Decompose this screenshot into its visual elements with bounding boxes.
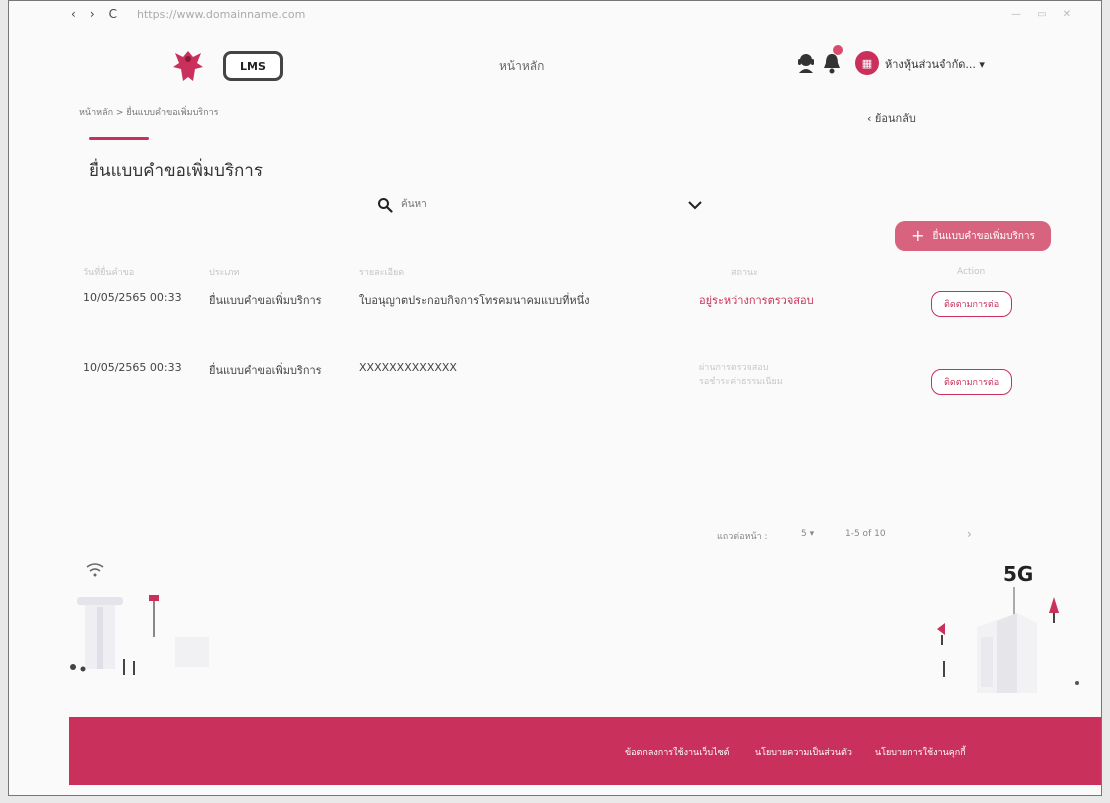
plus-icon: + — [911, 226, 925, 245]
track-button[interactable]: ติดตามการต่อ — [931, 291, 1013, 317]
back-arrow-icon[interactable]: ‹ — [71, 7, 76, 21]
5g-badge: 5G — [1003, 562, 1033, 586]
address-bar[interactable]: https://www.domainname.com — [137, 8, 305, 21]
footer-link-cookies[interactable]: นโยบายการใช้งานคุกกี้ — [875, 745, 966, 759]
cell-type: ยื่นแบบคำขอเพิ่มบริการ — [209, 294, 322, 307]
company-glyph: ▦ — [861, 56, 873, 70]
restore-icon[interactable]: ▭ — [1037, 9, 1046, 20]
page-title: ยื่นแบบคำขอเพิ่มบริการ — [89, 161, 263, 181]
cell-detail: ใบอนุญาตประกอบกิจการโทรคมนาคมแบบที่หนึ่ง — [359, 294, 590, 307]
breadcrumb-home[interactable]: หน้าหลัก — [79, 108, 113, 118]
footer-link-privacy[interactable]: นโยบายความเป็นส่วนตัว — [755, 745, 852, 759]
lms-logo[interactable]: LMS — [223, 51, 283, 81]
company-name-label: ห้างหุ้นส่วนจำกัด... — [885, 58, 976, 71]
rows-per-page-label: แถวต่อหน้า : — [717, 532, 768, 542]
site-header: LMS หน้าหลัก ▦ ห้างหุ้นส่วนจำกัด... ▾ — [9, 41, 1101, 91]
cell-action: ติดตามการต่อ — [909, 355, 1073, 425]
track-button[interactable]: ติดตามการต่อ — [931, 369, 1013, 395]
support-agent-icon[interactable] — [795, 51, 817, 73]
rows-per-page-select[interactable]: 5 ▾ — [801, 529, 814, 539]
header-status: สถานะ — [731, 268, 758, 278]
forward-arrow-icon[interactable]: › — [90, 7, 95, 21]
browser-bar: ‹ › C https://www.domainname.com — ▭ ✕ — [9, 1, 1101, 27]
site-footer: ข้อตกลงการใช้งานเว็บไซต์ นโยบายความเป็นส… — [69, 717, 1101, 785]
back-link[interactable]: ‹ ย้อนกลับ — [867, 109, 916, 127]
footer-link-terms[interactable]: ข้อตกลงการใช้งานเว็บไซต์ — [625, 745, 730, 759]
status-sub-label: รอชำระค่าธรรมเนียม — [699, 377, 783, 387]
requests-table: วันที่ยื่นคำขอ ประเภท รายละเอียด สถานะ A… — [83, 265, 1073, 425]
reload-icon[interactable]: C — [109, 7, 117, 21]
lms-logo-text: LMS — [240, 59, 266, 73]
breadcrumb-current: ยื่นแบบคำขอเพิ่มบริการ — [126, 108, 219, 118]
nav-home-link[interactable]: หน้าหลัก — [499, 57, 544, 76]
wifi-icon — [86, 563, 104, 577]
add-service-request-label: ยื่นแบบคำขอเพิ่มบริการ — [932, 230, 1035, 242]
garuda-logo-icon[interactable] — [169, 47, 207, 87]
cell-status: อยู่ระหว่างการตรวจสอบ — [659, 285, 909, 355]
minimize-icon[interactable]: — — [1011, 9, 1021, 20]
title-accent-bar — [89, 137, 149, 140]
table-row[interactable]: 10/05/2565 00:33 ยื่นแบบคำขอเพิ่มบริการ … — [83, 285, 1073, 355]
cell-status: ผ่านการตรวจสอบ รอชำระค่าธรรมเนียม — [659, 355, 909, 425]
cell-action: ติดตามการต่อ — [909, 285, 1073, 355]
header-date: วันที่ยื่นคำขอ — [83, 268, 135, 278]
next-page-icon[interactable]: › — [967, 527, 972, 541]
pagination-range: 1-5 of 10 — [845, 529, 886, 539]
table-row[interactable]: 10/05/2565 00:33 ยื่นแบบคำขอเพิ่มบริการ … — [83, 355, 1073, 425]
search-icon[interactable] — [377, 197, 393, 213]
chevron-down-icon: ▾ — [979, 58, 985, 71]
status-label: อยู่ระหว่างการตรวจสอบ — [699, 294, 814, 307]
search-input[interactable] — [401, 194, 621, 214]
city-illustration-right: 5G — [937, 562, 1079, 693]
header-action: Action — [957, 267, 986, 277]
status-label: ผ่านการตรวจสอบ — [699, 363, 769, 373]
header-type: ประเภท — [209, 268, 240, 278]
table-header-row: วันที่ยื่นคำขอ ประเภท รายละเอียด สถานะ A… — [83, 265, 1073, 285]
company-menu[interactable]: ห้างหุ้นส่วนจำกัด... ▾ — [885, 55, 985, 73]
breadcrumb-separator: > — [115, 108, 124, 118]
status-filter-chevron-down-icon[interactable] — [685, 197, 705, 213]
cell-date: 10/05/2565 00:33 — [83, 291, 182, 304]
notification-badge — [833, 45, 843, 55]
cell-detail: XXXXXXXXXXXXX — [359, 361, 457, 374]
company-avatar-icon[interactable]: ▦ — [855, 51, 879, 75]
cell-type: ยื่นแบบคำขอเพิ่มบริการ — [209, 364, 322, 377]
cell-date: 10/05/2565 00:33 — [83, 361, 182, 374]
add-service-request-button[interactable]: + ยื่นแบบคำขอเพิ่มบริการ — [895, 221, 1051, 251]
breadcrumb: หน้าหลัก > ยื่นแบบคำขอเพิ่มบริการ — [79, 105, 218, 119]
app-window: ‹ › C https://www.domainname.com — ▭ ✕ L… — [8, 0, 1102, 796]
close-icon[interactable]: ✕ — [1063, 9, 1071, 20]
header-detail: รายละเอียด — [359, 268, 405, 278]
city-illustration-left — [70, 563, 209, 675]
